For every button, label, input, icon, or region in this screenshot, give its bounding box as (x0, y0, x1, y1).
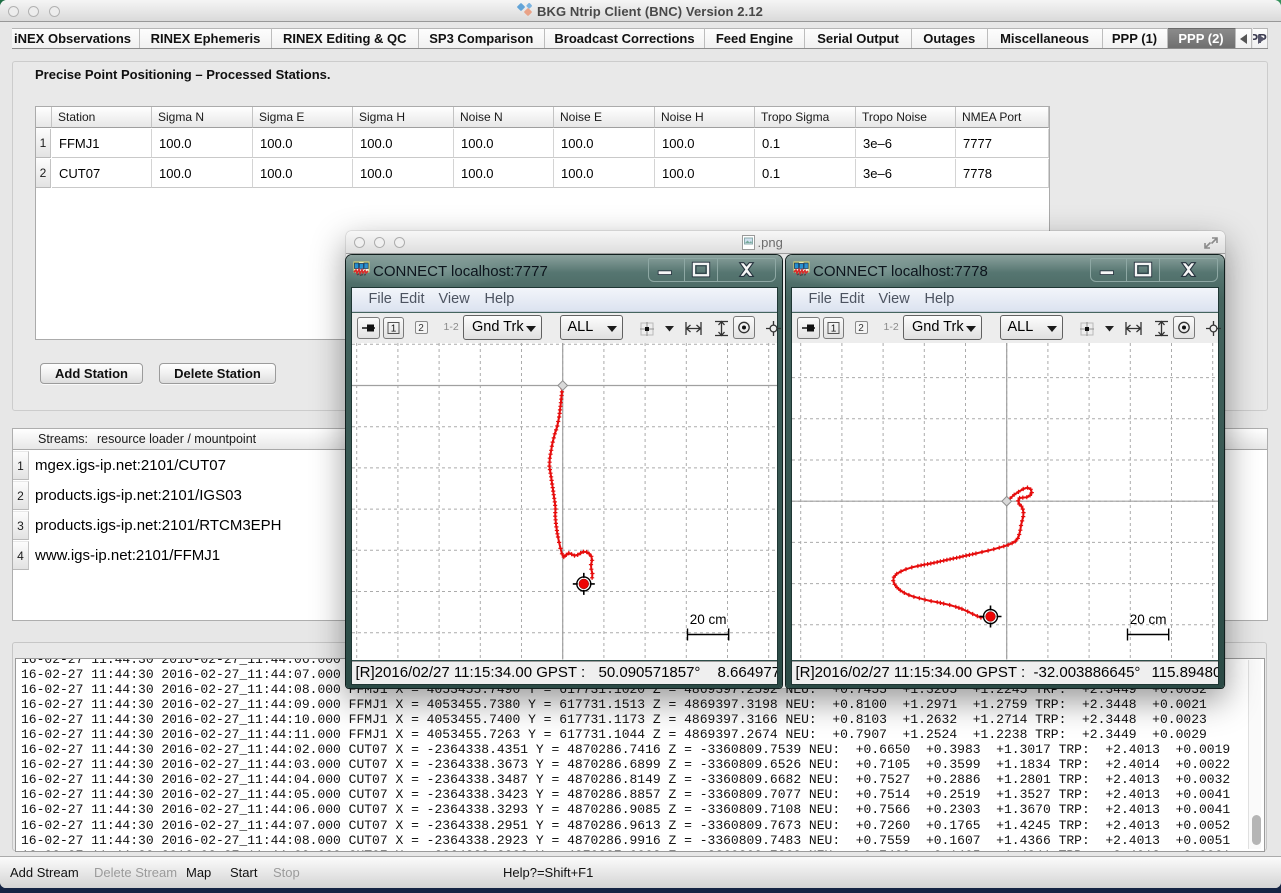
svg-text:20 cm: 20 cm (689, 612, 726, 627)
svg-text:1: 1 (390, 324, 396, 335)
svg-text:20 cm: 20 cm (1129, 612, 1166, 627)
svg-text:1: 1 (830, 324, 836, 335)
